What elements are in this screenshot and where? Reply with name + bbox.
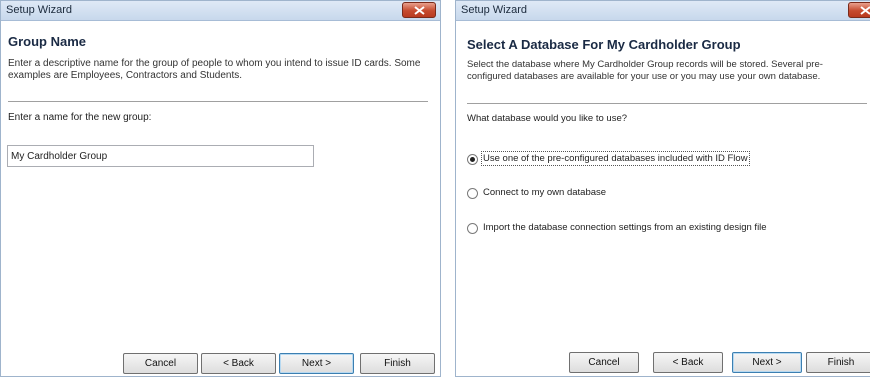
- back-button[interactable]: < Back: [653, 352, 723, 373]
- finish-button[interactable]: Finish: [806, 352, 870, 373]
- database-question-label: What database would you like to use?: [467, 113, 628, 124]
- radio-label[interactable]: Use one of the pre-configured databases …: [481, 151, 750, 166]
- radio-label[interactable]: Connect to my own database: [483, 187, 606, 198]
- next-button[interactable]: Next >: [279, 353, 354, 374]
- title-bar[interactable]: Setup Wizard: [1, 1, 440, 21]
- close-button[interactable]: [848, 2, 870, 18]
- setup-wizard-window-group-name: Setup Wizard Group Name Enter a descript…: [0, 0, 441, 377]
- window-title: Setup Wizard: [461, 4, 528, 16]
- title-bar[interactable]: Setup Wizard: [456, 1, 870, 21]
- page-heading: Select A Database For My Cardholder Grou…: [467, 37, 741, 52]
- close-x-icon: [414, 6, 425, 15]
- close-button[interactable]: [402, 2, 436, 18]
- radio-button[interactable]: [467, 188, 478, 199]
- radio-button[interactable]: [467, 154, 478, 165]
- next-button[interactable]: Next >: [732, 352, 802, 373]
- finish-button[interactable]: Finish: [360, 353, 435, 374]
- cancel-button[interactable]: Cancel: [123, 353, 198, 374]
- radio-label[interactable]: Import the database connection settings …: [483, 222, 767, 233]
- radio-button[interactable]: [467, 223, 478, 234]
- page-heading: Group Name: [8, 34, 87, 49]
- separator: [8, 101, 428, 103]
- back-button[interactable]: < Back: [201, 353, 276, 374]
- separator: [467, 103, 867, 105]
- setup-wizard-window-select-database: Setup Wizard Select A Database For My Ca…: [455, 0, 870, 377]
- page-description: Select the database where My Cardholder …: [467, 59, 823, 82]
- close-x-icon: [860, 6, 870, 15]
- group-name-label: Enter a name for the new group:: [8, 112, 152, 123]
- group-name-input[interactable]: [7, 145, 314, 167]
- window-title: Setup Wizard: [6, 4, 73, 16]
- cancel-button[interactable]: Cancel: [569, 352, 639, 373]
- page-description: Enter a descriptive name for the group o…: [8, 58, 421, 81]
